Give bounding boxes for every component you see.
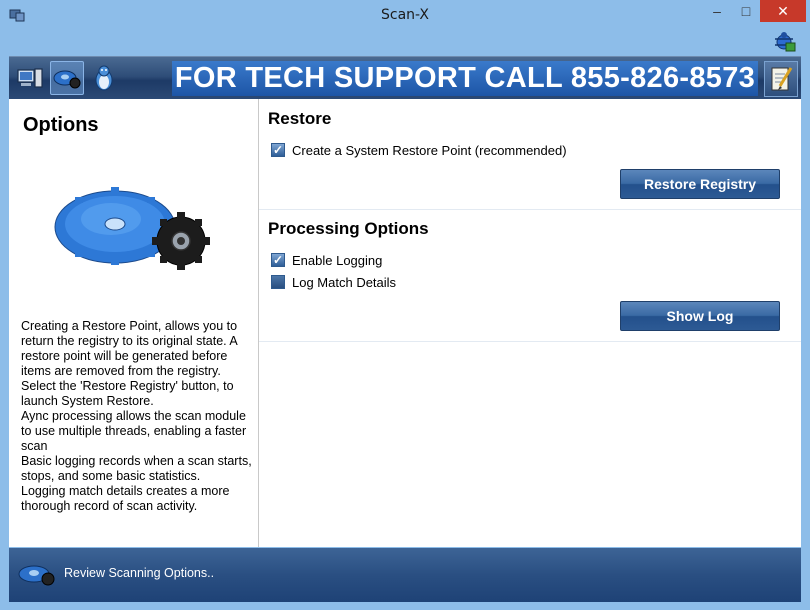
notepad-pencil-icon — [771, 67, 793, 91]
close-button[interactable]: ✕ — [760, 0, 806, 22]
gears-illustration — [54, 187, 210, 270]
main-content: Options Creating a Restore Point, allows… — [9, 99, 801, 547]
section-divider — [259, 209, 801, 210]
enable-logging-row[interactable]: ✓ Enable Logging — [271, 252, 382, 268]
toolbar: FOR TECH SUPPORT CALL 855-826-8573 — [9, 56, 801, 100]
processing-options-title: Processing Options — [268, 219, 429, 238]
status-bar: Review Scanning Options.. — [9, 548, 801, 602]
description-logging: Basic logging records when a scan starts… — [21, 454, 252, 483]
restore-title: Restore — [268, 109, 332, 128]
title-bar: Scan-X – □ ✕ — [0, 0, 810, 30]
tab-scan-options[interactable] — [50, 61, 84, 95]
log-match-details-label: Log Match Details — [292, 274, 397, 290]
tech-support-banner: FOR TECH SUPPORT CALL 855-826-8573 — [172, 61, 758, 96]
options-panel: Options Creating a Restore Point, allows… — [9, 99, 259, 547]
options-description: Creating a Restore Point, allows you to … — [21, 319, 253, 514]
description-async: Aync processing allows the scan module t… — [21, 409, 247, 453]
penguin-icon[interactable] — [89, 63, 119, 93]
create-restore-point-checkbox[interactable]: ✓ — [271, 143, 285, 157]
window-title: Scan-X — [381, 7, 429, 23]
description-match-details: Logging match details creates a more tho… — [21, 484, 230, 513]
restore-registry-button[interactable]: Restore Registry — [620, 169, 780, 199]
computer-icon[interactable] — [15, 63, 45, 93]
log-match-details-checkbox[interactable] — [271, 275, 285, 289]
status-text: Review Scanning Options.. — [64, 566, 215, 580]
edit-button[interactable] — [764, 61, 798, 97]
description-restore: Creating a Restore Point, allows you to … — [21, 319, 238, 408]
settings-panel: Restore ✓ Create a System Restore Point … — [259, 99, 801, 547]
scan-gear-icon — [53, 70, 81, 89]
bug-icon[interactable] — [772, 30, 796, 52]
create-restore-point-row[interactable]: ✓ Create a System Restore Point (recomme… — [271, 142, 567, 158]
enable-logging-checkbox[interactable]: ✓ — [271, 253, 285, 267]
maximize-button[interactable]: □ — [732, 0, 760, 22]
log-match-details-row[interactable]: Log Match Details — [271, 274, 396, 290]
create-restore-point-label: Create a System Restore Point (recommend… — [292, 142, 567, 158]
options-title: Options — [23, 114, 99, 136]
scan-gear-icon — [18, 565, 55, 586]
section-divider — [259, 341, 801, 342]
app-window: Scan-X – □ ✕ FOR TECH SUPPORT CALL 855-8… — [0, 0, 810, 610]
minimize-button[interactable]: – — [702, 0, 732, 22]
show-log-button[interactable]: Show Log — [620, 301, 780, 331]
enable-logging-label: Enable Logging — [292, 252, 383, 268]
